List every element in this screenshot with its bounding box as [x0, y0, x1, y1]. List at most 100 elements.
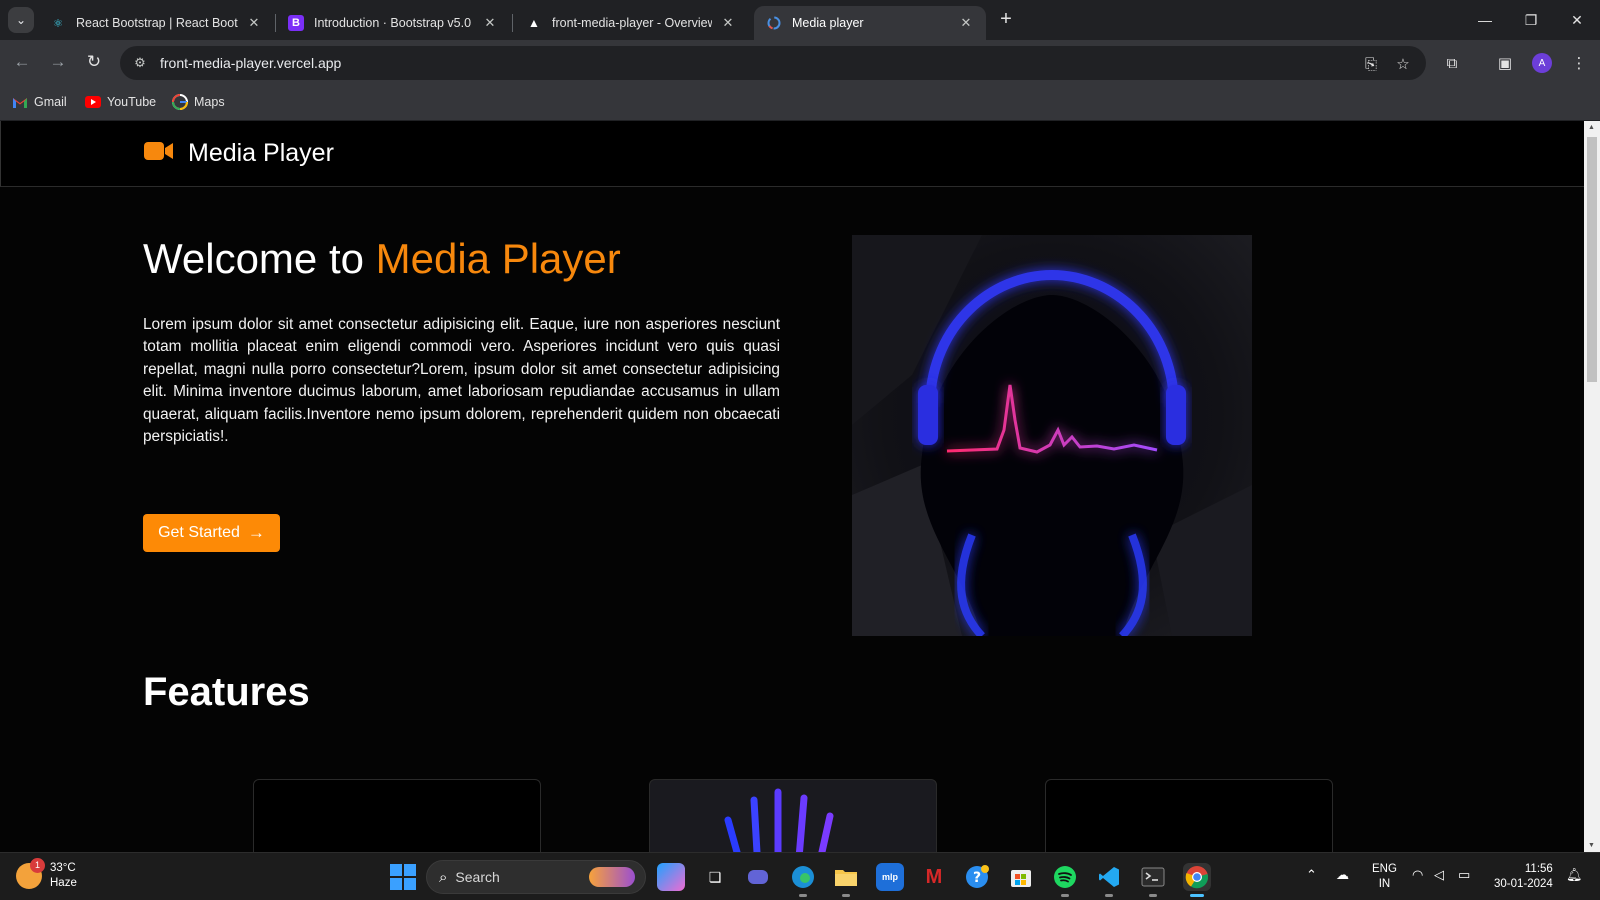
spotify-icon[interactable]: [1051, 863, 1079, 897]
chrome-loading-icon: [766, 15, 782, 31]
notifications-bell-icon[interactable]: 🔔︎: [1566, 867, 1583, 883]
feature-card: [1045, 779, 1333, 852]
close-window-button[interactable]: ✕: [1554, 0, 1600, 40]
tab-title: React Bootstrap | React Bootstrap: [76, 16, 238, 30]
bookmark-star-icon[interactable]: ☆: [1392, 53, 1414, 75]
onedrive-icon[interactable]: ☁: [1336, 867, 1349, 883]
address-bar[interactable]: ⚙ front-media-player.vercel.app ⎘ ☆: [120, 46, 1426, 80]
feature-card: [649, 779, 937, 852]
menu-kebab-icon[interactable]: ⋮: [1568, 52, 1590, 74]
bookmark-youtube[interactable]: YouTube: [85, 92, 156, 112]
brand-name[interactable]: Media Player: [188, 139, 334, 168]
youtube-icon: [85, 94, 101, 110]
scrollbar-thumb[interactable]: [1587, 137, 1597, 382]
weather-temp: 33°C: [50, 862, 76, 874]
profile-avatar[interactable]: A: [1532, 53, 1552, 73]
clock-time: 11:56: [1524, 863, 1553, 875]
taskbar-search[interactable]: ⌕ Search: [426, 860, 646, 894]
ms-store-icon[interactable]: [1007, 863, 1035, 891]
start-button[interactable]: [390, 864, 416, 890]
search-icon: ⌕: [439, 868, 448, 886]
install-app-icon[interactable]: ⎘: [1360, 53, 1382, 75]
volume-icon[interactable]: ◁: [1434, 867, 1444, 883]
reload-button[interactable]: ↻: [82, 50, 106, 74]
get-started-button[interactable]: Get Started →: [143, 514, 280, 552]
new-tab-button[interactable]: +: [994, 8, 1018, 32]
tab-title: Introduction · Bootstrap v5.0: [314, 16, 472, 30]
back-button[interactable]: ←: [10, 50, 34, 74]
site-navbar: Media Player: [0, 121, 1584, 187]
google-icon: [172, 94, 188, 110]
site-info-icon[interactable]: ⚙: [130, 55, 150, 71]
page-scrollbar[interactable]: ▲ ▼: [1584, 121, 1600, 852]
hero-title-prefix: Welcome to: [143, 235, 376, 282]
close-tab-icon[interactable]: ✕: [958, 15, 974, 31]
arrow-right-icon: →: [247, 523, 265, 542]
restore-button[interactable]: ❐: [1508, 0, 1554, 40]
chrome-icon[interactable]: [1183, 863, 1211, 897]
brand-link[interactable]: Media Player: [144, 139, 334, 168]
get-help-icon[interactable]: ?: [963, 863, 991, 891]
url-text[interactable]: front-media-player.vercel.app: [160, 55, 341, 71]
page-viewport: Media Player Welcome to Media Player Lor…: [0, 121, 1584, 852]
hero-description: Lorem ipsum dolor sit amet consectetur a…: [143, 316, 780, 446]
side-panel-icon[interactable]: ▣: [1494, 52, 1516, 74]
vscode-icon[interactable]: [1095, 863, 1123, 897]
scroll-up-arrow[interactable]: ▲: [1588, 124, 1595, 131]
react-bootstrap-icon: ⚛: [53, 17, 63, 30]
copilot-icon[interactable]: [657, 863, 685, 891]
video-camera-icon: [144, 140, 174, 167]
tab-title: Media player: [792, 16, 864, 30]
language-indicator[interactable]: ENG IN: [1372, 862, 1397, 892]
browser-toolbar: ← → ↻ ⚙ front-media-player.vercel.app ⎘ …: [0, 40, 1600, 84]
hand-wave-image: [724, 788, 834, 852]
lang-code: ENG: [1372, 863, 1397, 875]
region-code: IN: [1378, 878, 1391, 890]
hero-title-accent: Media Player: [375, 235, 621, 282]
edge-icon[interactable]: [789, 863, 817, 897]
teams-chat-icon[interactable]: [744, 863, 772, 891]
file-explorer-icon[interactable]: [832, 863, 860, 897]
features-heading: Features: [143, 670, 310, 714]
vercel-icon: ▲: [528, 16, 540, 30]
close-tab-icon[interactable]: ✕: [482, 15, 498, 31]
tab-media-player[interactable]: Media player ✕: [754, 6, 986, 40]
tab-bootstrap[interactable]: B Introduction · Bootstrap v5.0 ✕: [276, 6, 510, 40]
clock-date: 30-01-2024: [1494, 878, 1553, 890]
bookmarks-bar: Gmail YouTube Maps: [0, 84, 1600, 121]
tab-title: front-media-player - Overview: [552, 16, 712, 30]
close-tab-icon[interactable]: ✕: [246, 15, 262, 31]
svg-text:?: ?: [973, 870, 981, 886]
search-highlight-image: [589, 867, 635, 887]
tab-strip: ⌄ ⚛ React Bootstrap | React Bootstrap ✕ …: [0, 0, 1600, 40]
mcafee-icon[interactable]: M: [920, 863, 948, 891]
tab-search-button[interactable]: ⌄: [8, 7, 34, 33]
show-hidden-icons[interactable]: ⌃: [1306, 867, 1317, 883]
weather-haze-icon: 1: [16, 858, 45, 889]
bootstrap-icon: B: [288, 15, 304, 31]
bookmark-maps[interactable]: Maps: [172, 92, 225, 112]
weather-widget[interactable]: 1 33°C Haze: [16, 858, 77, 891]
tab-vercel[interactable]: ▲ front-media-player - Overview ✕: [514, 6, 748, 40]
get-started-label: Get Started: [158, 524, 240, 541]
extensions-icon[interactable]: ⧉: [1441, 52, 1463, 74]
windows-taskbar: 1 33°C Haze ⌕ Search ❏ mlp M ? ⌃ ☁ ENG I…: [0, 852, 1600, 900]
battery-icon[interactable]: ▭: [1458, 867, 1470, 883]
minimize-button[interactable]: —: [1462, 0, 1508, 40]
forward-button[interactable]: →: [46, 50, 70, 74]
scroll-down-arrow[interactable]: ▼: [1588, 842, 1595, 849]
bookmark-gmail[interactable]: Gmail: [12, 92, 67, 112]
wifi-icon[interactable]: ◠: [1412, 867, 1423, 883]
weather-desc: Haze: [50, 877, 77, 889]
mlp-app-icon[interactable]: mlp: [876, 863, 904, 891]
tab-react-bootstrap[interactable]: ⚛ React Bootstrap | React Bootstrap ✕: [38, 6, 274, 40]
terminal-icon[interactable]: [1139, 863, 1167, 897]
feature-card: [253, 779, 541, 852]
gmail-icon: [12, 94, 28, 110]
bookmark-label: Gmail: [34, 95, 67, 109]
bookmark-label: YouTube: [107, 95, 157, 109]
system-clock[interactable]: 11:56 30-01-2024: [1494, 862, 1553, 892]
search-label: Search: [455, 869, 500, 885]
close-tab-icon[interactable]: ✕: [720, 15, 736, 31]
task-view-icon[interactable]: ❏: [701, 863, 729, 891]
